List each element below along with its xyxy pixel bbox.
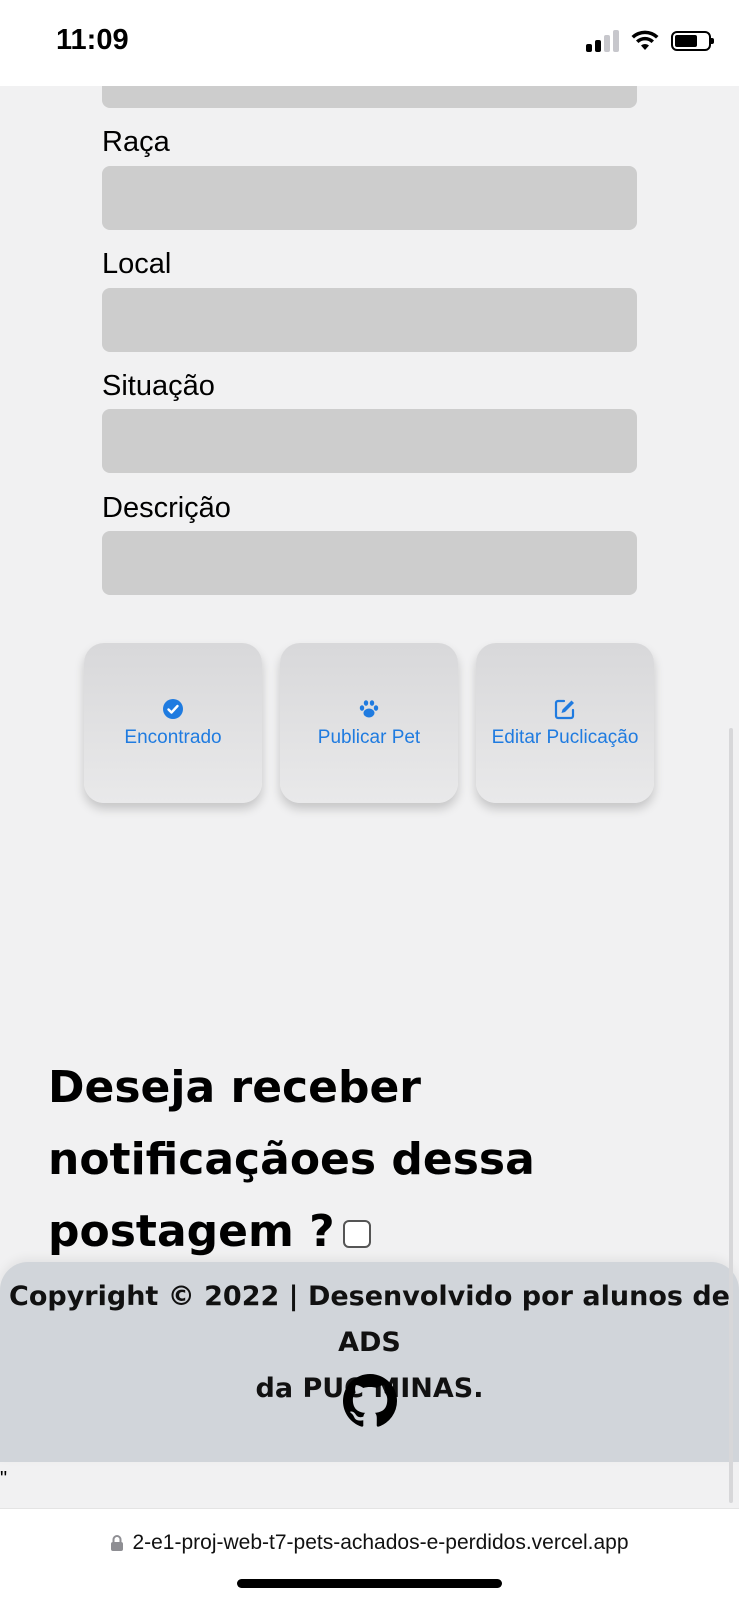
editar-publicacao-label: Editar Puclicação [491, 727, 639, 748]
notification-prompt: Deseja receber notificaçãoes dessa posta… [48, 1052, 708, 1268]
check-circle-icon [162, 697, 184, 721]
browser-url-bar[interactable]: 2-e1-proj-web-t7-pets-achados-e-perdidos… [0, 1508, 739, 1601]
github-icon[interactable] [343, 1374, 397, 1428]
previous-field-input[interactable] [102, 86, 637, 108]
local-input[interactable] [102, 288, 637, 352]
notification-question: Deseja receber notificaçãoes dessa posta… [48, 1062, 535, 1257]
cellular-signal-icon [586, 30, 619, 52]
editar-publicacao-button[interactable]: Editar Puclicação [476, 643, 654, 803]
descricao-input[interactable] [102, 531, 637, 595]
battery-icon [671, 31, 714, 51]
status-time: 11:09 [56, 24, 129, 56]
url-row[interactable]: 2-e1-proj-web-t7-pets-achados-e-perdidos… [0, 1531, 739, 1555]
field-label-descricao: Descrição [102, 492, 231, 524]
home-indicator [237, 1579, 502, 1588]
url-text: 2-e1-proj-web-t7-pets-achados-e-perdidos… [132, 1531, 629, 1554]
footer: Copyright © 2022 | Desenvolvido por alun… [0, 1262, 739, 1462]
encontrado-button[interactable]: Encontrado [84, 643, 262, 803]
status-bar: 11:09 [0, 0, 739, 86]
field-label-local: Local [102, 248, 172, 280]
stray-text: " [0, 1468, 8, 1490]
scrollbar[interactable] [729, 728, 733, 1503]
situacao-input[interactable] [102, 409, 637, 473]
raca-input[interactable] [102, 166, 637, 230]
edit-icon [554, 697, 576, 721]
notification-checkbox[interactable] [342, 1220, 371, 1248]
publicar-pet-button[interactable]: Publicar Pet [280, 643, 458, 803]
publicar-pet-label: Publicar Pet [317, 727, 421, 748]
lock-icon [111, 1535, 124, 1551]
field-label-raca: Raça [102, 126, 170, 158]
paw-icon [358, 697, 380, 721]
encontrado-label: Encontrado [124, 727, 222, 748]
wifi-icon [631, 30, 659, 50]
status-icons [586, 30, 714, 52]
field-label-situacao: Situação [102, 370, 215, 402]
